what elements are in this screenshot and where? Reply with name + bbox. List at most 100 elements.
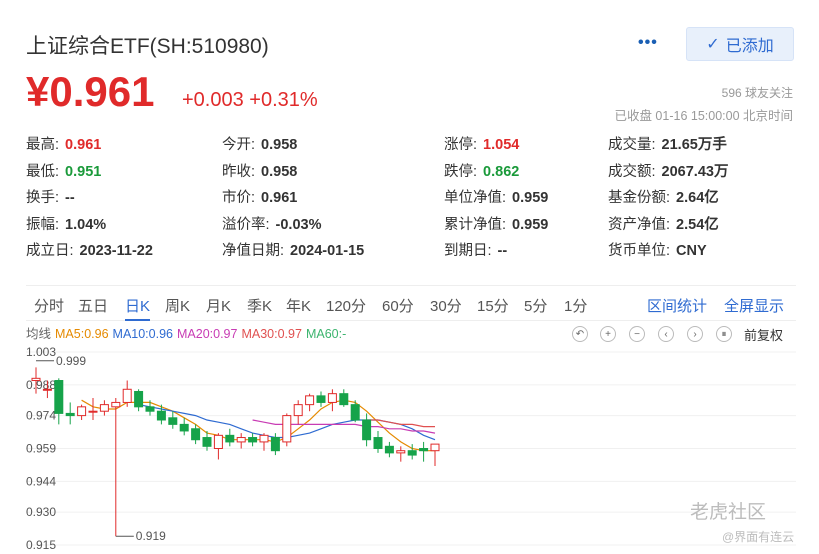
period-tabs: 分时 五日 日K 周K 月K 季K 年K 120分 60分 30分 15分 5分 1分 区间统计 全屏显示 (26, 285, 796, 321)
stat-item: 换手: -- (26, 186, 75, 207)
stat-item: 今开: 0.958 (222, 133, 297, 154)
stat-value: CNY (676, 243, 707, 259)
tab-period[interactable]: 分时 (34, 295, 64, 316)
tab-period[interactable]: 年K (286, 295, 311, 316)
stat-item: 最高: 0.961 (26, 133, 101, 154)
stat-value: 2024-01-15 (290, 243, 365, 259)
candle-body (362, 419, 372, 441)
tab-period[interactable]: 日K (125, 295, 151, 321)
stat-value: -- (497, 243, 508, 259)
stat-item: 跌停: 0.862 (444, 160, 519, 181)
stat-label: 成交量: (608, 137, 656, 153)
tab-period[interactable]: 1分 (564, 295, 587, 316)
tab-period[interactable]: 120分 (326, 295, 366, 316)
candle-body (111, 401, 121, 408)
stat-value: 2.54亿 (676, 216, 719, 233)
stat-value: 2067.43万 (661, 163, 729, 180)
stat-item: 成交额: 2067.43万 (608, 160, 728, 181)
candle-body (225, 434, 235, 443)
tab-period[interactable]: 30分 (430, 295, 462, 316)
stat-value: 0.961 (65, 137, 102, 153)
stats-row: 换手: -- 市价: 0.961 单位净值: 0.959 基金份额: 2.64亿 (26, 184, 796, 211)
stat-item: 市价: 0.961 (222, 186, 297, 207)
candle-body (88, 410, 98, 413)
added-button[interactable]: ✓ 已添加 (686, 27, 794, 61)
stat-value: 0.862 (483, 163, 520, 180)
stat-label: 换手: (26, 190, 60, 206)
y-tick-label: 0.915 (26, 538, 56, 552)
candle-body (202, 437, 212, 447)
candle-body (396, 450, 406, 454)
candle-body (77, 406, 87, 417)
more-icon[interactable]: ••• (638, 34, 658, 52)
fullscreen-link[interactable]: 全屏显示 (724, 295, 784, 316)
stat-label: 振幅: (26, 216, 60, 233)
candle-body (31, 377, 41, 382)
stat-value: 21.65万手 (661, 137, 727, 153)
ma-legend-item: MA10:0.96 (112, 327, 173, 341)
candle-body (373, 437, 383, 449)
tab-period[interactable]: 5分 (524, 295, 547, 316)
candle-body (339, 393, 349, 406)
stats-row: 最低: 0.951 昨收: 0.958 跌停: 0.862 成交额: 2067.43万 (26, 158, 796, 185)
stat-item: 溢价率: -0.03% (222, 213, 321, 234)
tab-period[interactable]: 15分 (477, 295, 509, 316)
stat-label: 跌停: (444, 163, 478, 180)
ma-legend-item: MA5:0.96 (55, 327, 109, 341)
stat-item: 货币单位: CNY (608, 239, 707, 260)
candle-body (293, 404, 303, 417)
checkmark-icon: ✓ (706, 36, 720, 53)
tab-period[interactable]: 五日 (78, 295, 108, 316)
stat-label: 成立日: (26, 243, 74, 259)
y-tick-label: 0.930 (26, 505, 56, 519)
added-label: 已添加 (725, 38, 774, 55)
candle-body (54, 380, 64, 414)
range-stats-link[interactable]: 区间统计 (647, 295, 707, 316)
ma-legend-item: MA20:0.97 (177, 327, 238, 341)
stat-value: 0.951 (65, 163, 102, 180)
stat-label: 涨停: (444, 137, 478, 153)
stat-item: 净值日期: 2024-01-15 (222, 239, 364, 260)
price-change: +0.003 +0.31% (182, 89, 318, 111)
candle-body (191, 428, 201, 441)
annotation-label: 0.919 (136, 529, 166, 543)
stat-label: 货币单位: (608, 243, 671, 259)
candle-body (122, 388, 132, 403)
candle-body (270, 437, 280, 452)
stat-item: 到期日: -- (444, 239, 507, 260)
candle-body (248, 437, 258, 443)
candle-body (305, 395, 315, 406)
tab-period[interactable]: 月K (206, 295, 231, 316)
tab-period[interactable]: 季K (247, 295, 272, 316)
stat-value: 2.64亿 (676, 190, 719, 206)
candle-body (65, 412, 75, 417)
y-tick-label: 0.974 (26, 409, 56, 423)
stat-item: 单位净值: 0.959 (444, 186, 548, 207)
stat-value: 0.961 (261, 190, 298, 206)
stat-label: 基金份额: (608, 190, 671, 206)
tab-period[interactable]: 周K (165, 295, 190, 316)
stats-row: 振幅: 1.04% 溢价率: -0.03% 累计净值: 0.959 资产净值: 2.54亿 (26, 211, 796, 238)
tab-period[interactable]: 60分 (382, 295, 414, 316)
stat-label: 最低: (26, 163, 60, 180)
stat-item: 最低: 0.951 (26, 160, 101, 181)
stat-label: 成交额: (608, 163, 656, 180)
candle-body (430, 443, 440, 452)
stat-item: 累计净值: 0.959 (444, 213, 548, 234)
candle-body (134, 390, 144, 408)
candle-body (42, 388, 52, 391)
followers-count: 596 球友关注 (721, 86, 793, 100)
candle-body (282, 415, 292, 443)
candle-body (168, 417, 178, 425)
current-price: ¥0.961 (26, 68, 155, 115)
candle-body (156, 410, 166, 421)
market-status: 已收盘 01-16 15:00:00 北京时间 (614, 109, 793, 123)
stat-item: 昨收: 0.958 (222, 160, 297, 181)
candle-body (99, 404, 109, 412)
stat-value: 0.959 (512, 190, 549, 206)
stat-label: 昨收: (222, 163, 256, 180)
stats-row: 成立日: 2023-11-22 净值日期: 2024-01-15 到期日: -- 货币单位:… (26, 237, 796, 264)
candle-body (236, 437, 246, 443)
stats-row: 最高: 0.961 今开: 0.958 涨停: 1.054 成交量: 21.65万手 (26, 131, 796, 158)
candle-body (259, 434, 269, 443)
